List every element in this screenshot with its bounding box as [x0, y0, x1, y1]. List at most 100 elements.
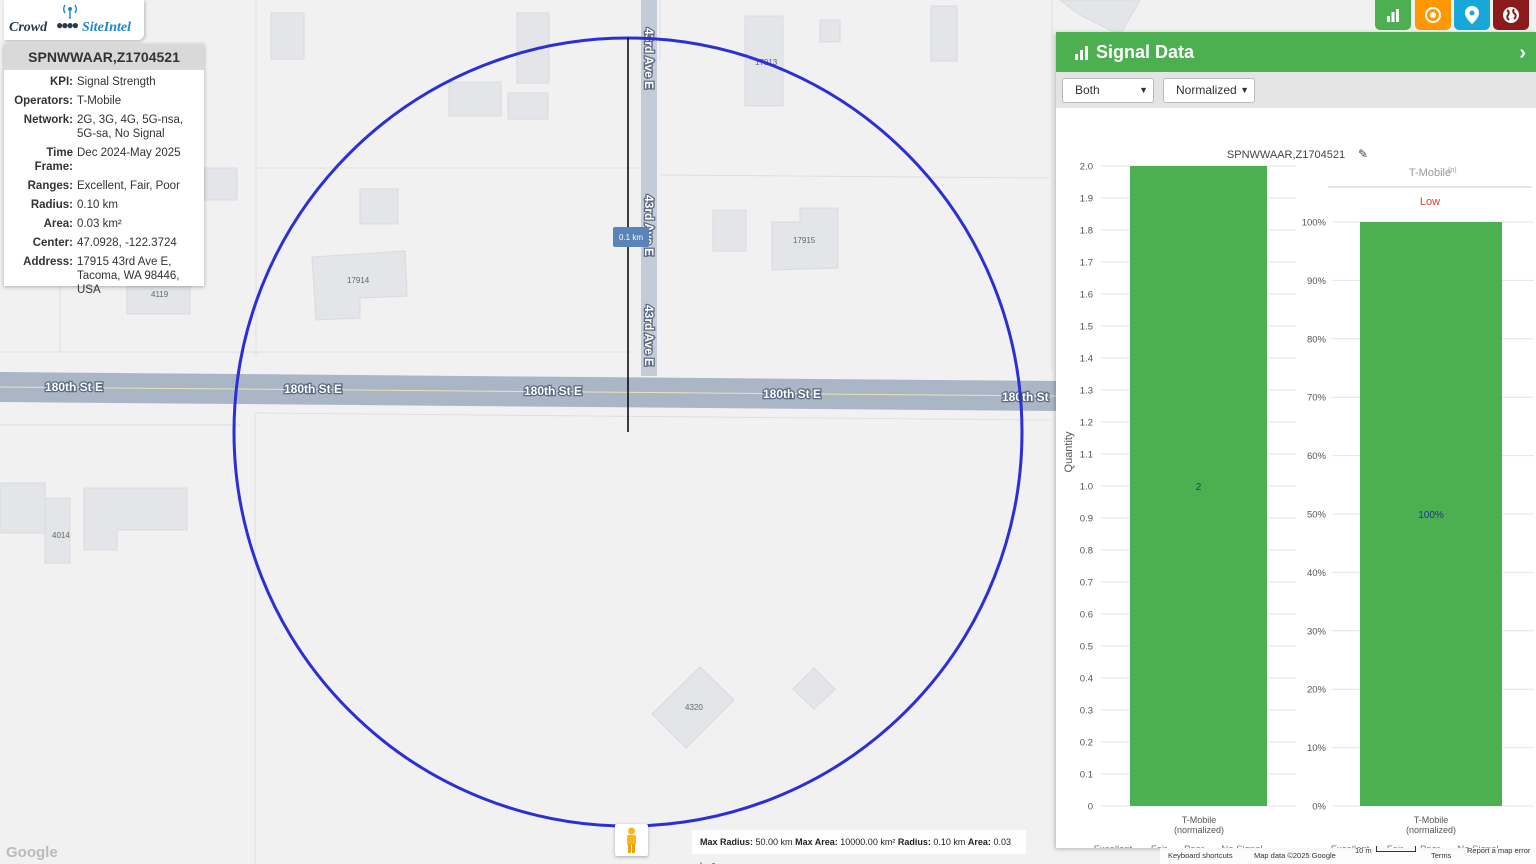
- chart1-ytick: 0.4: [1080, 674, 1093, 685]
- signal-panel-controls: Both ▼ Normalized ▼: [1056, 72, 1536, 108]
- chart2-ytick: 50%: [1307, 510, 1327, 521]
- info-row-center: Center: 47.0928, -122.3724: [32, 237, 177, 249]
- info-row-kpi: KPI: Signal Strength: [50, 76, 156, 88]
- keyboard-shortcuts-link[interactable]: Keyboard shortcuts: [1168, 851, 1233, 860]
- chevron-down-icon: ▼: [1139, 85, 1148, 95]
- chart1-ytick: 1.0: [1080, 482, 1093, 493]
- app-logo[interactable]: Crowd ●●●● SiteIntel: [4, 0, 144, 40]
- signal-charts: SPNWWAAR,Z1704521 ✎ 0 0.1 0.2 0.3 0.4 0.5 0.6 0.7…: [1063, 147, 1534, 848]
- chart1-bar-label: 2: [1196, 482, 1202, 493]
- chart-toggle-button[interactable]: [1375, 0, 1411, 30]
- avenue-label: 43rd Ave E: [642, 305, 656, 366]
- google-logo: Google: [6, 844, 58, 861]
- chart2-title-sup: (n): [1448, 167, 1457, 174]
- info-row-address: Address: 17915 43rd Ave E, Tacoma, WA 984…: [23, 256, 180, 296]
- road-label: 180th St: [1002, 390, 1049, 404]
- street-view-pegman[interactable]: [615, 824, 648, 856]
- chart2-ytick: 70%: [1307, 393, 1327, 404]
- radius-limits-bar: Max Radius: 50.00 km Max Area: 10000.00 …: [692, 830, 1026, 864]
- report-map-error-link[interactable]: Report a map error: [1467, 846, 1530, 855]
- chart1-ytick: 0: [1088, 802, 1093, 813]
- radius-tag-label: 0.1 km: [619, 233, 643, 242]
- chart1-ytick: 1.6: [1080, 290, 1093, 301]
- network-select[interactable]: Both ▼: [1062, 78, 1154, 103]
- chart1-ytick: 0.3: [1080, 706, 1093, 717]
- logo-text-crowd: Crowd: [9, 20, 48, 35]
- chart2-bar-label: 100%: [1418, 510, 1444, 521]
- road-label: 180th St E: [524, 384, 582, 398]
- chart1-ytick: 1.7: [1080, 258, 1093, 269]
- chart1-ytick: 0.7: [1080, 578, 1093, 589]
- chart2-ytick: 20%: [1307, 685, 1327, 696]
- chart1-ytick: 0.2: [1080, 738, 1093, 749]
- info-row-network: Network: 2G, 3G, 4G, 5G-nsa, 5G-sa, No Si…: [23, 114, 184, 140]
- info-row-area: Area: 0.03 km²: [43, 218, 122, 230]
- chart1-title: SPNWWAAR,Z1704521: [1227, 149, 1345, 161]
- chart1-ytick: 0.6: [1080, 610, 1093, 621]
- chart1-xtick: T-Mobile: [1182, 815, 1217, 825]
- chart1-ytick: 1.3: [1080, 386, 1093, 397]
- chart1-ytick: 0.1: [1080, 770, 1093, 781]
- logo-text-site: SiteIntel: [82, 20, 132, 35]
- map-pin-icon: [1465, 6, 1479, 24]
- chart1-ytick: 1.5: [1080, 322, 1093, 333]
- map-attribution-bar: Keyboard shortcuts Map data ©2025 Google…: [1160, 846, 1536, 864]
- chart2-ytick: 30%: [1307, 626, 1327, 637]
- map-data-label: Map data ©2025 Google: [1254, 851, 1336, 860]
- globe-button[interactable]: [1493, 0, 1529, 30]
- chart1-ytick: 2.0: [1080, 162, 1093, 173]
- chart2-xtick: T-Mobile: [1414, 815, 1449, 825]
- mode-select[interactable]: Normalized ▼: [1163, 78, 1255, 103]
- chart1-ytick: 1.9: [1080, 194, 1093, 205]
- pegman-icon: [627, 827, 636, 853]
- chevron-down-icon: ▼: [1240, 85, 1249, 95]
- info-row-operators: Operators: T-Mobile: [14, 95, 122, 107]
- chart2-ytick: 90%: [1307, 276, 1327, 287]
- signal-panel-header: Signal Data ›: [1056, 32, 1536, 72]
- road-label: 180th St E: [763, 387, 821, 401]
- signal-data-panel: Signal Data › Both ▼ Normalized ▼ SPNWWAAR…: [1056, 32, 1536, 848]
- building-label-17915: 17915: [793, 236, 816, 245]
- location-button[interactable]: [1454, 0, 1490, 30]
- chart1-ytick: 1.8: [1080, 226, 1093, 237]
- chevron-right-icon[interactable]: ›: [1519, 42, 1526, 65]
- chart1-ytick: 0.5: [1080, 642, 1093, 653]
- target-button[interactable]: [1415, 0, 1451, 30]
- chart2-xtick: (normalized): [1406, 825, 1456, 835]
- scale-bar: [1376, 846, 1416, 852]
- building-label-4320: 4320: [685, 703, 703, 712]
- chart1-ylabel: Quantity: [1063, 431, 1075, 472]
- chart2-ytick: 0%: [1312, 802, 1326, 813]
- chart2-ytick: 100%: [1302, 218, 1327, 229]
- chart2-ytick: 10%: [1307, 743, 1327, 754]
- chart2-ytick: 80%: [1307, 334, 1327, 345]
- edit-icon: ✎: [1358, 147, 1368, 161]
- chart1-ytick: 0.8: [1080, 546, 1093, 557]
- chart1-ytick: 1.2: [1080, 418, 1093, 429]
- people-icon: ●●●●: [56, 18, 79, 32]
- chart1-legend-label: Excellent: [1094, 844, 1133, 848]
- site-info-panel: SPNWWAAR,Z1704521 KPI: Signal Strength Op…: [4, 44, 204, 296]
- road-label: 180th St E: [284, 382, 342, 396]
- chart2-title: T-Mobile: [1409, 167, 1451, 179]
- chart1-ytick: 1.4: [1080, 354, 1093, 365]
- bar-chart-icon: [1075, 45, 1088, 60]
- info-row-ranges: Ranges: Excellent, Fair, Poor: [27, 180, 180, 192]
- chart1-xtick: (normalized): [1174, 825, 1224, 835]
- building-label-4014: 4014: [52, 531, 70, 540]
- target-icon: [1425, 7, 1441, 23]
- info-row-radius: Radius: 0.10 km: [30, 199, 118, 211]
- avenue-labels: 43rd Ave E 43rd Ave E 43rd Ave E: [641, 27, 658, 368]
- globe-icon: [1503, 7, 1519, 23]
- chart2-subtitle: Low: [1420, 196, 1440, 208]
- terms-link[interactable]: Terms: [1431, 851, 1451, 860]
- road-label: 180th St E: [45, 380, 103, 394]
- chart2-ytick: 60%: [1307, 451, 1327, 462]
- scale-label[interactable]: 10 m: [1355, 846, 1372, 855]
- site-info-title: SPNWWAAR,Z1704521: [4, 44, 204, 70]
- bar-chart-icon: [1387, 9, 1399, 22]
- building-label-17914: 17914: [347, 276, 370, 285]
- signal-panel-title: Signal Data: [1096, 41, 1195, 62]
- chart2-ytick: 40%: [1307, 568, 1327, 579]
- chart1-ytick: 0.9: [1080, 514, 1093, 525]
